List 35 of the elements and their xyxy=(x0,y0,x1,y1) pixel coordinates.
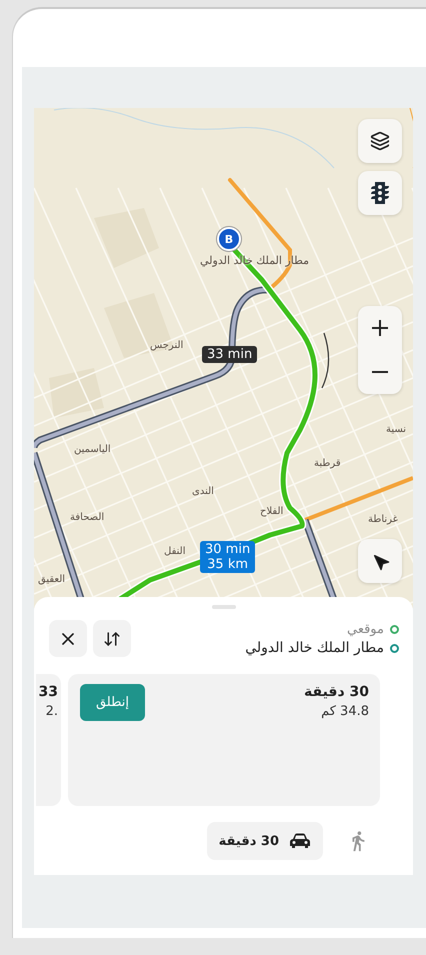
traffic-light-icon xyxy=(370,181,390,205)
swap-icon xyxy=(103,630,121,648)
district-label: نسية xyxy=(386,424,406,435)
distance-text: .2 xyxy=(44,704,58,719)
locate-button[interactable] xyxy=(358,539,402,583)
district-label: الندى xyxy=(192,486,214,497)
district-label: غرناطة xyxy=(368,514,398,525)
district-label: النرجس xyxy=(150,340,184,351)
route-badge: 33 min xyxy=(202,346,258,363)
start-button[interactable]: إنطلق xyxy=(80,684,145,721)
layers-button[interactable] xyxy=(358,119,402,163)
district-label: الياسمين xyxy=(74,444,111,455)
route-card[interactable]: 33 .2 xyxy=(36,674,61,806)
car-mode-button[interactable]: 30 دقيقة xyxy=(206,822,323,860)
duration-text: 30 دقيقة xyxy=(304,684,369,700)
destination-dot xyxy=(390,644,399,652)
district-label: الفلاح xyxy=(260,506,284,517)
origin-dot xyxy=(390,625,399,634)
duration-text: 33 xyxy=(38,684,58,700)
minus-icon xyxy=(372,371,388,373)
route-badge: 30 min 35 km xyxy=(200,541,256,573)
district-label: العقيق xyxy=(38,574,66,585)
plus-icon xyxy=(372,320,388,336)
car-icon xyxy=(289,833,311,849)
swap-button[interactable] xyxy=(93,620,131,657)
district-label: الصحافة xyxy=(70,512,104,523)
close-button[interactable] xyxy=(49,620,87,657)
destination-text: مطار الملك خالد الدولي xyxy=(245,640,384,656)
district-label: قرطبة xyxy=(314,458,341,469)
distance-text: 34.8 كم xyxy=(320,704,369,719)
traffic-button[interactable] xyxy=(358,171,402,215)
district-label: النفل xyxy=(164,546,186,557)
origin-text: موقعي xyxy=(346,622,384,637)
route-card[interactable]: 30 دقيقة 34.8 كم إنطلق xyxy=(68,674,380,806)
layers-icon xyxy=(370,131,390,151)
